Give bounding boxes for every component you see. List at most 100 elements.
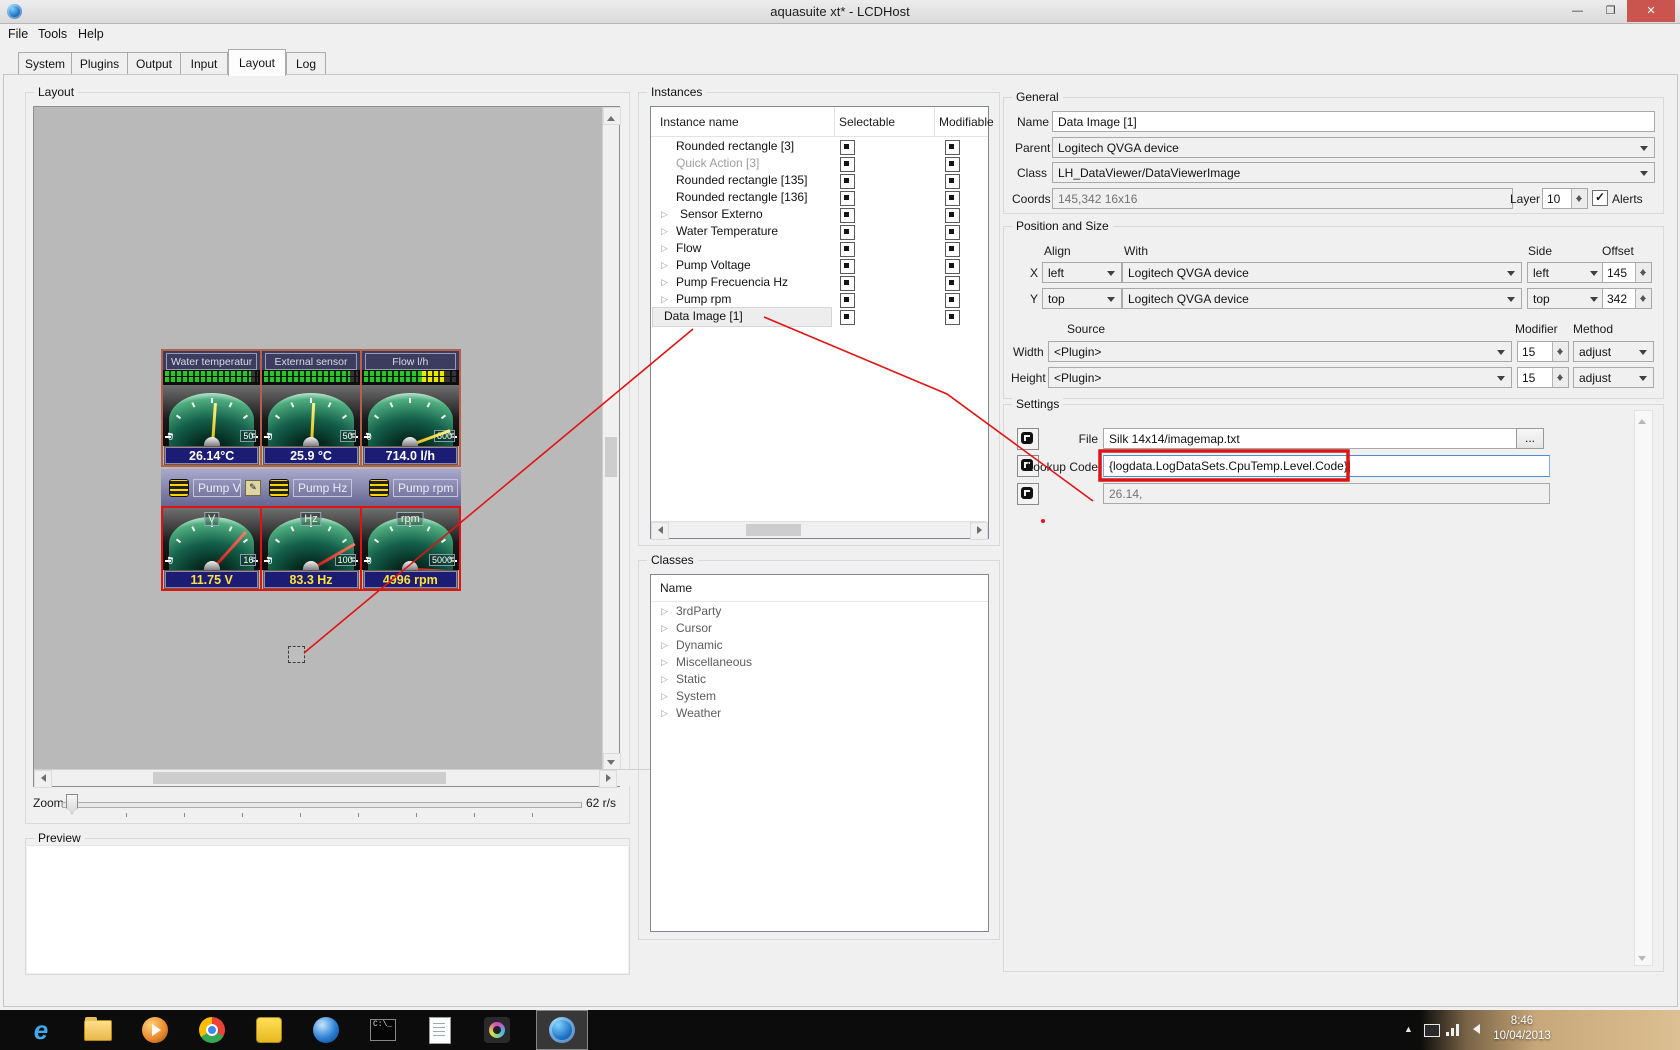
expander-icon[interactable]: ▷: [661, 291, 668, 308]
class-row[interactable]: ▷ Miscellaneous: [652, 654, 987, 671]
tray-display-icon[interactable]: [1424, 1024, 1440, 1037]
bind-data-button[interactable]: [1017, 483, 1039, 505]
minimize-button[interactable]: —: [1561, 0, 1594, 22]
menu-file[interactable]: File: [2, 24, 34, 45]
layer-spinner[interactable]: 10: [1542, 188, 1588, 209]
browse-button[interactable]: ...: [1516, 428, 1544, 449]
modifiable-checkbox[interactable]: [945, 259, 960, 274]
expander-icon[interactable]: ▷: [661, 274, 668, 291]
height-source-dropdown[interactable]: <Plugin>: [1048, 367, 1512, 388]
classes-list[interactable]: Name ▷ 3rdParty ▷ Cursor ▷ Dynamic ▷ Miscell…: [650, 574, 989, 932]
tab-plugins[interactable]: Plugins: [71, 52, 128, 75]
x-offset-spinner[interactable]: 145: [1602, 262, 1652, 283]
expander-icon[interactable]: ▷: [661, 688, 668, 705]
y-with-dropdown[interactable]: Logitech QVGA device: [1122, 288, 1522, 309]
instance-row[interactable]: ▷ Pump Voltage: [652, 257, 987, 274]
close-button[interactable]: ✕: [1627, 0, 1675, 22]
expander-icon[interactable]: ▷: [661, 637, 668, 654]
scroll-left-icon[interactable]: [34, 770, 52, 788]
class-row[interactable]: ▷ Cursor: [652, 620, 987, 637]
column-header-instance-name[interactable]: Instance name: [660, 115, 739, 129]
height-method-dropdown[interactable]: adjust: [1573, 367, 1654, 388]
parent-dropdown[interactable]: Logitech QVGA device: [1052, 137, 1655, 158]
selectable-checkbox[interactable]: [840, 310, 855, 325]
instance-row[interactable]: ▷ Flow: [652, 240, 987, 257]
y-align-dropdown[interactable]: top: [1042, 288, 1122, 309]
selection-marquee[interactable]: [288, 646, 305, 663]
taskbar-clock[interactable]: 8:46 10/04/2013: [1482, 1014, 1562, 1044]
maximize-button[interactable]: ❐: [1594, 0, 1627, 22]
tray-network-icon[interactable]: [1446, 1024, 1460, 1036]
instance-row[interactable]: Rounded rectangle [135]: [652, 172, 987, 189]
modifiable-checkbox[interactable]: [945, 310, 960, 325]
spinner-arrows-icon[interactable]: [1571, 189, 1587, 208]
scroll-up-icon[interactable]: [1635, 411, 1650, 426]
modifiable-checkbox[interactable]: [945, 191, 960, 206]
instances-hscrollbar[interactable]: [651, 521, 988, 540]
selectable-checkbox[interactable]: [840, 293, 855, 308]
modifiable-checkbox[interactable]: [945, 242, 960, 257]
width-method-dropdown[interactable]: adjust: [1573, 341, 1654, 362]
instance-row[interactable]: Quick Action [3]: [652, 155, 987, 172]
taskbar-media-player-icon[interactable]: [132, 1010, 178, 1050]
modifiable-checkbox[interactable]: [945, 174, 960, 189]
spinner-arrows-icon[interactable]: [1552, 368, 1568, 387]
instance-row[interactable]: Rounded rectangle [136]: [652, 189, 987, 206]
y-offset-spinner[interactable]: 342: [1602, 288, 1652, 309]
height-modifier-spinner[interactable]: 15: [1517, 367, 1569, 388]
y-side-dropdown[interactable]: top: [1527, 288, 1605, 309]
alerts-checkbox[interactable]: ✓: [1592, 190, 1608, 206]
selectable-checkbox[interactable]: [840, 140, 855, 155]
expander-icon[interactable]: ▷: [661, 603, 668, 620]
tab-system[interactable]: System: [18, 52, 72, 75]
zoom-slider[interactable]: [62, 802, 582, 808]
selectable-checkbox[interactable]: [840, 242, 855, 257]
instances-list[interactable]: Instance name Selectable Modifiable Roun…: [650, 106, 994, 540]
modifiable-checkbox[interactable]: [945, 293, 960, 308]
file-input[interactable]: Silk 14x14/imagemap.txt: [1103, 428, 1520, 449]
class-row[interactable]: ▷ Dynamic: [652, 637, 987, 654]
class-row[interactable]: ▷ Weather: [652, 705, 987, 722]
expander-icon[interactable]: ▷: [661, 705, 668, 722]
taskbar-graphics-app-icon[interactable]: [474, 1010, 520, 1050]
hscroll-thumb[interactable]: [153, 772, 446, 784]
column-header-name[interactable]: Name: [660, 581, 692, 595]
selectable-checkbox[interactable]: [840, 208, 855, 223]
scroll-down-icon[interactable]: [1635, 950, 1650, 965]
tray-speaker-icon[interactable]: [1468, 1024, 1480, 1034]
spinner-arrows-icon[interactable]: [1635, 289, 1651, 308]
instance-row[interactable]: ▷ Water Temperature: [652, 223, 987, 240]
modifiable-checkbox[interactable]: [945, 157, 960, 172]
scroll-right-icon[interactable]: [599, 770, 617, 788]
taskbar-yellow-app-icon[interactable]: [246, 1010, 292, 1050]
tab-output[interactable]: Output: [127, 52, 181, 75]
layout-canvas[interactable]: Water temperatur 0 50 26.14°C External s…: [33, 106, 696, 788]
tab-layout[interactable]: Layout: [228, 49, 286, 76]
tray-show-hidden-icon[interactable]: ▲: [1404, 1024, 1413, 1034]
tab-log[interactable]: Log: [286, 52, 326, 75]
column-header-modifiable[interactable]: Modifiable: [939, 115, 994, 129]
scroll-left-icon[interactable]: [651, 522, 669, 540]
vscroll-thumb[interactable]: [605, 437, 617, 477]
class-row[interactable]: ▷ Static: [652, 671, 987, 688]
class-row[interactable]: ▷ System: [652, 688, 987, 705]
instance-row-selected[interactable]: Data Image [1]: [652, 308, 987, 325]
x-side-dropdown[interactable]: left: [1527, 262, 1605, 283]
instance-row[interactable]: Rounded rectangle [3]: [652, 138, 987, 155]
expander-icon[interactable]: ▷: [661, 223, 668, 240]
modifiable-checkbox[interactable]: [945, 276, 960, 291]
menu-tools[interactable]: Tools: [32, 24, 73, 45]
selectable-checkbox[interactable]: [840, 225, 855, 240]
selectable-checkbox[interactable]: [840, 276, 855, 291]
tab-input[interactable]: Input: [180, 52, 228, 75]
taskbar-chrome-icon[interactable]: [189, 1010, 235, 1050]
selectable-checkbox[interactable]: [840, 259, 855, 274]
class-row[interactable]: ▷ 3rdParty: [652, 603, 987, 620]
width-source-dropdown[interactable]: <Plugin>: [1048, 341, 1512, 362]
spinner-arrows-icon[interactable]: [1552, 342, 1568, 361]
menu-help[interactable]: Help: [72, 24, 110, 45]
scroll-up-icon[interactable]: [603, 107, 621, 125]
scroll-right-icon[interactable]: [970, 522, 988, 540]
name-input[interactable]: Data Image [1]: [1052, 111, 1655, 132]
taskbar-lcdhost-icon-active[interactable]: [536, 1010, 588, 1050]
